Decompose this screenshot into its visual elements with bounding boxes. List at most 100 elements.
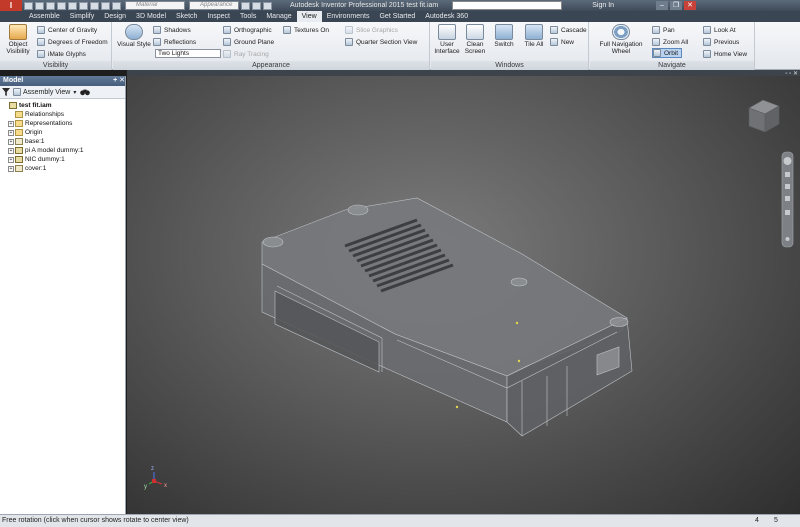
- sign-in-link[interactable]: Sign In: [592, 2, 614, 9]
- tree-node[interactable]: + cover:1: [0, 164, 125, 173]
- maximize-button[interactable]: ❐: [670, 1, 683, 10]
- tab-get-started[interactable]: Get Started: [374, 11, 420, 22]
- tree-node[interactable]: test fit.iam: [0, 101, 125, 110]
- expand-icon[interactable]: +: [8, 147, 14, 154]
- fx-icon[interactable]: [263, 1, 272, 10]
- filter-icon[interactable]: [2, 88, 10, 96]
- save-icon[interactable]: [46, 1, 55, 10]
- tab-design[interactable]: Design: [99, 11, 131, 22]
- chevron-down-icon[interactable]: ▾: [73, 89, 76, 96]
- orbit-button[interactable]: Orbit: [652, 48, 683, 58]
- user-interface-button[interactable]: User Interface: [433, 24, 461, 55]
- appearance-combo[interactable]: Appearance: [189, 1, 239, 10]
- degrees-of-freedom-icon: [37, 38, 45, 46]
- viewcube[interactable]: [748, 99, 780, 133]
- orthographic-button[interactable]: Orthographic: [223, 25, 272, 35]
- minimize-button[interactable]: –: [656, 1, 669, 10]
- object-visibility-button[interactable]: Object Visibility: [3, 24, 33, 55]
- assembly-view-select[interactable]: Assembly View: [23, 89, 70, 96]
- quarter-section-view-button[interactable]: Quarter Section View: [345, 37, 417, 47]
- part-icon: [15, 165, 23, 172]
- tab-autodesk-360[interactable]: Autodesk 360: [420, 11, 473, 22]
- navigation-wheel-icon: [612, 24, 630, 40]
- textures-on-button[interactable]: Textures On: [283, 25, 329, 35]
- quarter-section-view-label: Quarter Section View: [356, 38, 418, 46]
- assembly-view-icon: [13, 88, 21, 96]
- clean-screen-button[interactable]: Clean Screen: [462, 24, 488, 55]
- axis-y-label: y: [144, 484, 147, 490]
- tree-node[interactable]: Relationships: [0, 110, 125, 119]
- textures-icon: [283, 26, 291, 34]
- visual-style-button[interactable]: Visual Style: [116, 24, 152, 48]
- nav-look-at-icon: [785, 210, 790, 215]
- tab-manage[interactable]: Manage: [261, 11, 296, 22]
- tab-tools[interactable]: Tools: [235, 11, 261, 22]
- tab-sketch[interactable]: Sketch: [171, 11, 202, 22]
- help-search-input[interactable]: [452, 1, 563, 10]
- browser-title[interactable]: Model: [3, 76, 23, 86]
- color-override-icon[interactable]: [241, 1, 250, 10]
- ray-tracing-button[interactable]: Ray Tracing: [223, 49, 269, 59]
- expand-icon[interactable]: +: [8, 129, 14, 136]
- tile-all-button[interactable]: Tile All: [519, 24, 549, 48]
- ground-plane-button[interactable]: Ground Plane: [223, 37, 274, 47]
- imate-glyphs-button[interactable]: iMate Glyphs: [37, 49, 86, 59]
- select-icon[interactable]: [112, 1, 121, 10]
- expand-icon[interactable]: +: [8, 165, 14, 172]
- new-window-button[interactable]: New: [550, 37, 574, 47]
- undo-icon[interactable]: [57, 1, 66, 10]
- graphics-viewport[interactable]: z x y: [127, 76, 800, 514]
- expand-icon[interactable]: +: [8, 138, 14, 145]
- tree-node[interactable]: + base:1: [0, 137, 125, 146]
- binoculars-icon[interactable]: [80, 88, 91, 96]
- tab-view[interactable]: View: [296, 11, 322, 22]
- tree-node-label: Origin: [25, 129, 43, 136]
- new-icon[interactable]: [24, 1, 33, 10]
- case-model[interactable]: [261, 197, 633, 437]
- navigation-bar[interactable]: [781, 151, 794, 248]
- clear-icon[interactable]: [252, 1, 261, 10]
- shadows-button[interactable]: Shadows: [153, 25, 191, 35]
- redo-icon[interactable]: [68, 1, 77, 10]
- pan-button[interactable]: Pan: [652, 25, 675, 35]
- tree-node[interactable]: + pi A model dummy:1: [0, 146, 125, 155]
- home-icon[interactable]: [79, 1, 88, 10]
- app-menu-button[interactable]: I: [0, 0, 22, 11]
- tab-environments[interactable]: Environments: [322, 11, 375, 22]
- tree-node[interactable]: + NIC dummy:1: [0, 155, 125, 164]
- open-icon[interactable]: [35, 1, 44, 10]
- material-combo[interactable]: Material: [125, 1, 185, 10]
- switch-button[interactable]: Switch: [491, 24, 517, 48]
- tab-simplify[interactable]: Simplify: [65, 11, 100, 22]
- update-icon[interactable]: [101, 1, 110, 10]
- orthographic-label: Orthographic: [234, 26, 272, 34]
- home-view-button[interactable]: Home View: [703, 49, 747, 59]
- close-button[interactable]: ✕: [684, 1, 697, 10]
- previous-view-button[interactable]: Previous: [703, 37, 739, 47]
- degrees-of-freedom-button[interactable]: Degrees of Freedom: [37, 37, 108, 47]
- center-of-gravity-button[interactable]: Center of Gravity: [37, 25, 97, 35]
- return-icon[interactable]: [90, 1, 99, 10]
- new-window-label: New: [561, 38, 575, 46]
- slice-graphics-button[interactable]: Slice Graphics: [345, 25, 398, 35]
- expand-icon[interactable]: +: [8, 156, 14, 163]
- cascade-button[interactable]: Cascade: [550, 25, 587, 35]
- previous-icon: [703, 38, 711, 46]
- axis-x-label: x: [164, 483, 167, 489]
- tab-assemble[interactable]: Assemble: [24, 11, 65, 22]
- tree-node[interactable]: + Representations: [0, 119, 125, 128]
- reflections-button[interactable]: Reflections: [153, 37, 196, 47]
- look-at-button[interactable]: Look At: [703, 25, 736, 35]
- navigate-group: Full Navigation Wheel Pan Zoom All Orbit…: [590, 22, 755, 70]
- model-3d-view[interactable]: z x y: [127, 76, 800, 514]
- orbit-label: Orbit: [664, 49, 679, 57]
- full-navigation-wheel-button[interactable]: Full Navigation Wheel: [594, 24, 648, 55]
- expand-icon[interactable]: +: [8, 120, 14, 127]
- zoom-all-button[interactable]: Zoom All: [652, 37, 688, 47]
- tab-3d-model[interactable]: 3D Model: [131, 11, 171, 22]
- lighting-style-select[interactable]: Two Lights: [155, 49, 221, 58]
- browser-menu-icon[interactable]: + ✕: [113, 76, 125, 86]
- tree-node[interactable]: + Origin: [0, 128, 125, 137]
- tab-inspect[interactable]: Inspect: [202, 11, 235, 22]
- asm-icon: [15, 147, 23, 154]
